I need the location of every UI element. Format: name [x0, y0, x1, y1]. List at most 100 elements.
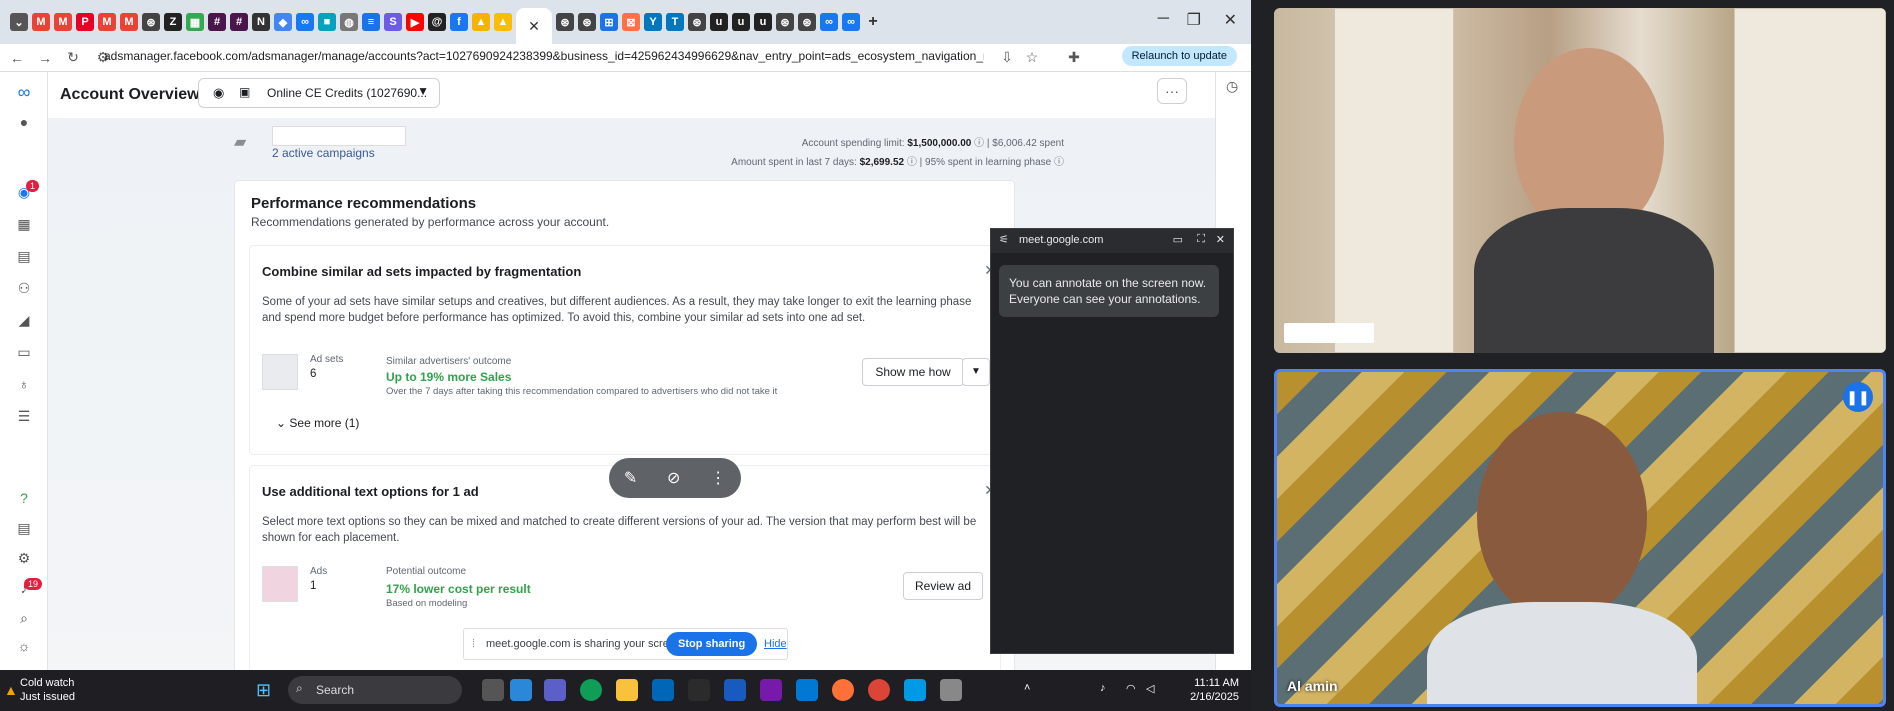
url-field[interactable]: adsmanager.facebook.com/adsmanager/manag…	[104, 49, 984, 63]
openai-tab-icon[interactable]: ⊛	[142, 13, 160, 31]
show-me-how-button[interactable]: Show me how	[862, 358, 964, 386]
stop-sharing-button[interactable]: Stop sharing	[666, 632, 758, 656]
participant-tile-speaking[interactable]: ❚❚ Al amin	[1274, 369, 1886, 707]
weather-widget[interactable]: Cold watch Just issued	[20, 676, 75, 704]
account-avatar-icon[interactable]: ●	[14, 114, 34, 134]
extensions-icon[interactable]: ✚	[1063, 49, 1085, 66]
restore-icon[interactable]: ❐	[1187, 10, 1201, 30]
search-icon[interactable]: ⌕	[14, 610, 34, 630]
ads-tab-icon[interactable]: ▲	[472, 13, 490, 31]
pen-off-icon[interactable]: ✎	[624, 468, 637, 488]
close-popup-icon[interactable]: ✕	[1216, 233, 1225, 246]
app-tab-icon[interactable]: ≡	[362, 13, 380, 31]
hide-link[interactable]: Hide	[764, 638, 787, 650]
drag-handle-icon[interactable]: ⁞	[472, 638, 475, 650]
pinterest-tab-icon[interactable]: P	[76, 13, 94, 31]
app-icon[interactable]	[688, 679, 710, 701]
audiences-icon[interactable]: ⚇	[14, 280, 34, 300]
upwork-tab-icon[interactable]: u	[732, 13, 750, 31]
gmail-tab-icon[interactable]: M	[98, 13, 116, 31]
more-vert-icon[interactable]: ⋮	[710, 468, 726, 488]
tab-active-close-icon[interactable]: ✕	[516, 8, 552, 44]
forward-icon[interactable]: →	[34, 50, 56, 66]
word-icon[interactable]	[724, 679, 746, 701]
meta-logo-icon[interactable]: ∞	[14, 82, 34, 102]
copilot-icon[interactable]	[510, 679, 532, 701]
file-explorer-icon[interactable]	[616, 679, 638, 701]
edge-icon[interactable]	[580, 679, 602, 701]
diamond-tab-icon[interactable]: ◆	[274, 13, 292, 31]
app-icon[interactable]	[904, 679, 926, 701]
notion-tab-icon[interactable]: N	[252, 13, 270, 31]
meta-tab-icon[interactable]: ∞	[820, 13, 838, 31]
threads-tab-icon[interactable]: @	[428, 13, 446, 31]
sheets-tab-icon[interactable]: ▦	[186, 13, 204, 31]
catalog-icon[interactable]: ▤	[14, 248, 34, 268]
app-tab-icon[interactable]: Y	[644, 13, 662, 31]
chrome-icon[interactable]	[868, 679, 890, 701]
active-campaigns-link[interactable]: 2 active campaigns	[272, 146, 375, 160]
meta-tab-icon[interactable]: ∞	[296, 13, 314, 31]
see-more-toggle[interactable]: ⌄ See more (1)	[276, 416, 359, 430]
tray-chevron-icon[interactable]: ˄	[1024, 682, 1030, 694]
facebook-tab-icon[interactable]: f	[450, 13, 468, 31]
globe-tab-icon[interactable]: ◍	[340, 13, 358, 31]
outlook-icon[interactable]	[796, 679, 818, 701]
app-tab-icon[interactable]: ⊠	[622, 13, 640, 31]
upwork-tab-icon[interactable]: u	[710, 13, 728, 31]
info-icon[interactable]: ⓘ	[1054, 157, 1064, 168]
more-options-button[interactable]: ···	[1157, 78, 1187, 104]
install-app-icon[interactable]: ⇩	[996, 49, 1018, 66]
openai-tab-icon[interactable]: ⊛	[776, 13, 794, 31]
teams-icon[interactable]	[544, 679, 566, 701]
meta-tab-icon[interactable]: ∞	[842, 13, 860, 31]
youtube-tab-icon[interactable]: ▶	[406, 13, 424, 31]
gmail-tab-icon[interactable]: M	[32, 13, 50, 31]
minimize-icon[interactable]: ─	[1158, 10, 1169, 28]
zendesk-tab-icon[interactable]: Z	[164, 13, 182, 31]
app-icon[interactable]	[760, 679, 782, 701]
reports-icon[interactable]: ▤	[14, 520, 34, 540]
app-tab-icon[interactable]: ■	[318, 13, 336, 31]
menu-icon[interactable]: ☰	[14, 408, 34, 428]
events-icon[interactable]: ♁	[14, 376, 34, 396]
app-tab-icon[interactable]: T	[666, 13, 684, 31]
relaunch-button[interactable]: Relaunch to update	[1121, 46, 1237, 66]
table-icon[interactable]: ▦	[14, 216, 34, 236]
google-ads-tab-icon[interactable]: ▲	[494, 13, 512, 31]
upwork-tab-icon[interactable]: u	[754, 13, 772, 31]
app-tab-icon[interactable]: ⊞	[600, 13, 618, 31]
camera-icon[interactable]: ▭	[1173, 233, 1183, 246]
show-me-how-dropdown-icon[interactable]: ▼	[962, 358, 990, 386]
megaphone-icon[interactable]: ◢	[14, 312, 34, 332]
openai-tab-icon[interactable]: ⊛	[556, 13, 574, 31]
close-window-icon[interactable]: ✕	[1224, 10, 1237, 30]
task-view-icon[interactable]	[482, 679, 504, 701]
taskbar-search[interactable]: ⌕ Search	[288, 676, 462, 704]
help-icon[interactable]: ?	[14, 490, 34, 510]
expand-icon[interactable]: ⛶	[1197, 233, 1205, 246]
info-icon[interactable]: ⓘ	[974, 138, 984, 149]
back-icon[interactable]: ←	[6, 50, 28, 66]
volume-icon[interactable]: ◁	[1146, 682, 1154, 695]
app-icon[interactable]	[940, 679, 962, 701]
tab-list-icon[interactable]: ⌄	[10, 13, 28, 31]
clock[interactable]: 11:11 AM 2/16/2025	[1190, 676, 1239, 704]
openai-tab-icon[interactable]: ⊛	[798, 13, 816, 31]
review-ad-button[interactable]: Review ad	[903, 572, 983, 600]
bookmark-star-icon[interactable]: ☆	[1021, 49, 1043, 66]
participant-tile[interactable]	[1274, 8, 1886, 353]
history-icon[interactable]: ◷	[1226, 78, 1238, 95]
openai-tab-icon[interactable]: ⊛	[578, 13, 596, 31]
account-selector[interactable]: Online CE Credits (1027690... ◉ ▣ ▼	[198, 78, 440, 108]
gmail-tab-icon[interactable]: M	[54, 13, 72, 31]
slack-tab-icon[interactable]: #	[230, 13, 248, 31]
gmail-tab-icon[interactable]: M	[120, 13, 138, 31]
billing-icon[interactable]: ▭	[14, 344, 34, 364]
openai-tab-icon[interactable]: ⊛	[688, 13, 706, 31]
info-icon[interactable]: ⓘ	[907, 157, 917, 168]
store-icon[interactable]	[652, 679, 674, 701]
eraser-off-icon[interactable]: ⊘	[667, 468, 680, 488]
windows-start-icon[interactable]: ⊞	[256, 680, 271, 701]
bug-report-icon[interactable]: ☼	[14, 638, 34, 658]
